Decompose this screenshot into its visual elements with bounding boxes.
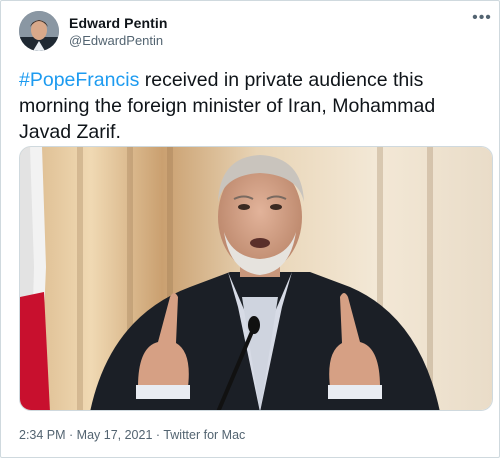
avatar-image xyxy=(19,11,59,51)
author-avatar[interactable] xyxy=(19,11,59,51)
tweet-date[interactable]: May 17, 2021 xyxy=(77,428,153,442)
more-horizontal-icon[interactable]: ••• xyxy=(471,10,493,29)
tweet-photo[interactable] xyxy=(19,146,493,411)
meta-separator: · xyxy=(65,428,77,442)
author-handle[interactable]: @EdwardPentin xyxy=(69,33,163,48)
meta-separator: · xyxy=(152,428,164,442)
tweet-time[interactable]: 2:34 PM xyxy=(19,428,66,442)
author-name[interactable]: Edward Pentin xyxy=(69,15,168,31)
tweet-card: Edward Pentin @EdwardPentin ••• #PopeFra… xyxy=(0,0,500,458)
tweet-text: #PopeFrancis received in private audienc… xyxy=(19,67,489,145)
tweet-meta: 2:34 PM · May 17, 2021 · Twitter for Mac xyxy=(19,428,245,442)
hashtag-link[interactable]: #PopeFrancis xyxy=(19,69,139,91)
photo-image xyxy=(20,147,492,410)
tweet-source[interactable]: Twitter for Mac xyxy=(163,428,245,442)
